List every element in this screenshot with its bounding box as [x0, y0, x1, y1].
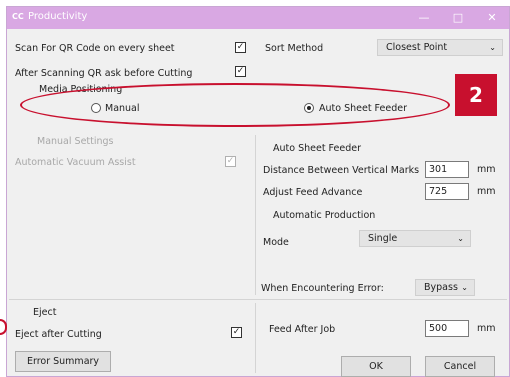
- distance-value: 301: [429, 164, 448, 175]
- productivity-window: CC Productivity — □ ✕ Scan For QR Code o…: [6, 6, 510, 377]
- distance-unit: mm: [477, 164, 496, 175]
- manual-settings-title: Manual Settings: [37, 136, 114, 147]
- check-icon: ✓: [226, 156, 235, 166]
- bottom-vertical-divider: [255, 303, 256, 373]
- auto-sheet-feeder-title: Auto Sheet Feeder: [273, 143, 361, 154]
- chevron-down-icon: ⌄: [457, 234, 464, 243]
- ok-button[interactable]: OK: [341, 356, 411, 377]
- check-icon: ✓: [232, 327, 241, 337]
- ask-before-cutting-checkbox[interactable]: ✓: [235, 66, 246, 77]
- eject-after-cutting-checkbox[interactable]: ✓: [231, 327, 242, 338]
- sort-method-value: Closest Point: [386, 42, 448, 53]
- mode-value: Single: [368, 233, 398, 244]
- feed-after-job-label: Feed After Job: [269, 324, 336, 335]
- window-title: Productivity: [28, 11, 88, 22]
- horizontal-divider: [9, 299, 507, 300]
- adjust-feed-label: Adjust Feed Advance: [263, 187, 363, 198]
- error-select[interactable]: Bypass ⌄: [415, 279, 475, 296]
- sort-method-select[interactable]: Closest Point ⌄: [377, 39, 503, 56]
- mode-label: Mode: [263, 237, 289, 248]
- feed-after-job-unit: mm: [477, 323, 496, 334]
- callout-badge: 2: [455, 74, 497, 116]
- media-positioning-highlight: [20, 83, 450, 127]
- title-bar: CC Productivity — □ ✕: [7, 7, 509, 29]
- cancel-button[interactable]: Cancel: [425, 356, 495, 377]
- distance-label: Distance Between Vertical Marks: [263, 165, 420, 176]
- error-value: Bypass: [424, 282, 458, 293]
- ask-before-cutting-label: After Scanning QR ask before Cutting: [15, 68, 193, 79]
- sort-method-label: Sort Method: [265, 43, 324, 54]
- feed-after-job-input[interactable]: 500: [425, 320, 469, 337]
- app-icon: CC: [12, 12, 24, 21]
- chevron-down-icon: ⌄: [489, 43, 496, 52]
- error-summary-button[interactable]: Error Summary: [15, 351, 111, 372]
- check-icon: ✓: [236, 42, 245, 52]
- auto-production-title: Automatic Production: [273, 210, 376, 221]
- minimize-button[interactable]: —: [407, 7, 441, 29]
- eject-title: Eject: [33, 307, 57, 318]
- eject-after-cutting-label: Eject after Cutting: [15, 329, 102, 340]
- adjust-feed-value: 725: [429, 186, 448, 197]
- adjust-feed-input[interactable]: 725: [425, 183, 469, 200]
- error-label: When Encountering Error:: [261, 283, 384, 294]
- distance-input[interactable]: 301: [425, 161, 469, 178]
- auto-vacuum-label: Automatic Vacuum Assist: [15, 157, 136, 168]
- check-icon: ✓: [236, 66, 245, 76]
- vertical-divider: [255, 135, 256, 295]
- close-button[interactable]: ✕: [475, 7, 509, 29]
- maximize-button[interactable]: □: [441, 7, 475, 29]
- chevron-down-icon: ⌄: [461, 283, 468, 292]
- feed-after-job-value: 500: [429, 323, 448, 334]
- auto-vacuum-checkbox[interactable]: ✓: [225, 156, 236, 167]
- mode-select[interactable]: Single ⌄: [359, 230, 471, 247]
- scan-qr-checkbox[interactable]: ✓: [235, 42, 246, 53]
- scan-qr-label: Scan For QR Code on every sheet: [15, 43, 175, 54]
- adjust-feed-unit: mm: [477, 186, 496, 197]
